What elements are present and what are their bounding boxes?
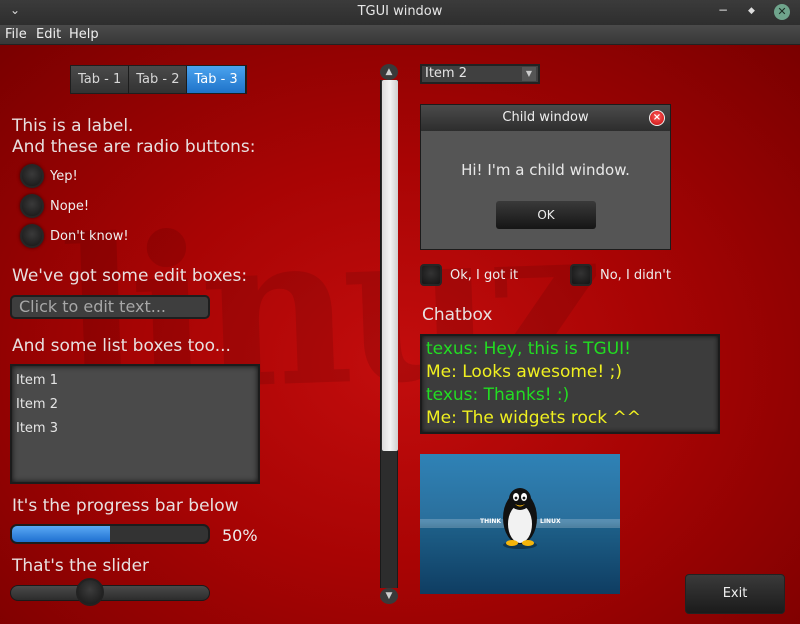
linux-picture: THINK LINUX [420,454,620,594]
tab-bar: Tab - 1 Tab - 2 Tab - 3 [70,65,247,94]
list-item[interactable]: Item 3 [16,421,58,436]
checkbox-label-no: No, I didn't [600,268,671,283]
menu-help[interactable]: Help [69,27,99,42]
close-icon[interactable]: × [649,110,665,126]
progress-heading: It's the progress bar below [12,496,239,516]
radio-yep[interactable] [20,164,44,188]
edit-heading: We've got some edit boxes: [12,266,248,286]
penguin-icon [503,488,537,549]
menu-edit[interactable]: Edit [36,27,61,42]
label-line-1: This is a label. [12,116,134,136]
chat-line: Me: The widgets rock ^^ [426,408,641,428]
child-window-title: Child window [502,110,589,125]
list-heading: And some list boxes too... [12,336,231,356]
close-icon[interactable]: ✕ [774,4,790,20]
window-title: TGUI window [357,4,443,19]
slider-heading: That's the slider [12,556,150,576]
chat-box[interactable]: texus: Hey, this is TGUI! Me: Looks awes… [420,334,720,434]
radio-label-yep: Yep! [50,169,78,184]
child-window-message: Hi! I'm a child window. [461,161,630,179]
menu-file[interactable]: File [5,27,27,42]
combo-selected-value: Item 2 [425,66,467,81]
child-window: Child window × Hi! I'm a child window. O… [420,104,671,250]
checkbox-label-ok: Ok, I got it [450,268,519,283]
exit-button[interactable]: Exit [685,574,785,614]
progress-fill [12,526,110,542]
menu-bar: File Edit Help [0,25,800,45]
checkbox-no-didnt[interactable] [570,264,592,286]
tab-2[interactable]: Tab - 2 [129,66,188,93]
combo-box[interactable]: Item 2 ▼ [420,64,540,84]
list-item[interactable]: Item 2 [16,397,58,412]
vertical-scrollbar[interactable]: ▲ ▼ [380,64,398,604]
tab-1[interactable]: Tab - 1 [71,66,130,93]
progress-bar [10,524,210,544]
main-canvas: linuz Tab - 1 Tab - 2 Tab - 3 This is a … [0,45,800,624]
radio-label-nope: Nope! [50,199,90,214]
list-box[interactable]: Item 1 Item 2 Item 3 [10,364,260,484]
scrollbar-thumb[interactable] [382,80,398,451]
scroll-down-icon[interactable]: ▼ [380,588,398,604]
chat-line: texus: Hey, this is TGUI! [426,339,631,359]
ok-button[interactable]: OK [496,201,596,229]
chatbox-heading: Chatbox [422,305,493,325]
progress-percent: 50% [222,526,258,545]
chat-line: Me: Looks awesome! ;) [426,362,622,382]
slider-track[interactable] [10,585,210,601]
radio-dont-know[interactable] [20,224,44,248]
minimize-icon[interactable]: − [718,3,728,17]
radio-label-dont-know: Don't know! [50,229,129,244]
maximize-icon[interactable]: ◆ [748,6,755,16]
child-window-titlebar[interactable]: Child window × [421,105,670,131]
title-bar: ⌄ TGUI window − ◆ ✕ [0,0,800,25]
scroll-up-icon[interactable]: ▲ [380,64,398,80]
text-edit-box[interactable]: Click to edit text... [10,295,210,319]
checkbox-ok-got-it[interactable] [420,264,442,286]
label-line-2: And these are radio buttons: [12,137,256,157]
tab-3[interactable]: Tab - 3 [187,66,246,93]
slider-thumb[interactable] [76,578,104,606]
list-item[interactable]: Item 1 [16,373,58,388]
scrollbar-track[interactable] [380,80,398,588]
chat-line: texus: Thanks! :) [426,385,570,405]
chevron-down-icon[interactable]: ▼ [522,67,536,81]
radio-nope[interactable] [20,194,44,218]
